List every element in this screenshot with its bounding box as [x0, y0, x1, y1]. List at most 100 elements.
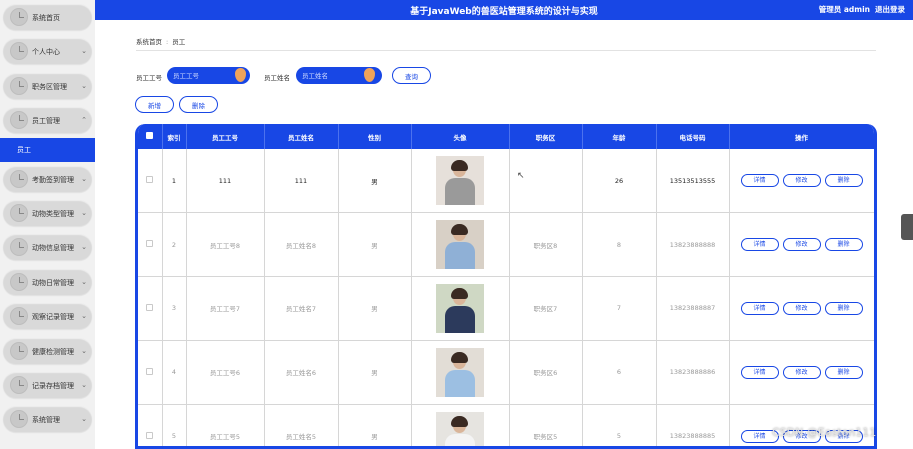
- cell-index: 4: [162, 340, 187, 405]
- row-checkbox-cell: [138, 340, 163, 405]
- cell-phone: 13513513555: [656, 149, 730, 214]
- chevron-down-icon: ⌄: [81, 174, 87, 183]
- sidebar-item-label: 员工管理: [32, 117, 60, 126]
- sidebar-item-label: 系统首页: [32, 14, 60, 22]
- sidebar-item-animal-daily[interactable]: 动物日常管理 ⌄: [0, 265, 95, 299]
- sidebar-item-health[interactable]: 健康检测管理 ⌄: [0, 334, 95, 368]
- column-header: 头像: [411, 124, 510, 149]
- delete-button[interactable]: 删除: [824, 174, 863, 188]
- cell-staff-name: 111: [264, 149, 339, 214]
- cell-avatar: [411, 149, 510, 214]
- cell-actions: 详情 修改 删除: [729, 212, 874, 278]
- sidebar-item-system[interactable]: 系统管理 ⌄: [0, 402, 95, 436]
- avatar-body: [445, 369, 475, 397]
- row-checkbox[interactable]: [146, 431, 154, 439]
- cell-phone: 13823888887: [656, 276, 730, 341]
- delete-button[interactable]: 删除: [824, 301, 863, 315]
- table-row: 3 员工工号7 员工姓名7 男 职务区7 7 13823888887 详情 修改删…: [138, 276, 874, 341]
- chevron-down-icon: ⌄: [81, 47, 87, 56]
- logout-link[interactable]: 退出登录: [875, 4, 905, 15]
- row-checkbox[interactable]: [146, 176, 154, 184]
- cell-avatar: [411, 276, 510, 341]
- avatar-body: [445, 433, 475, 446]
- cell-staff-name: 员工姓名7: [264, 276, 339, 341]
- cell-index: 1: [162, 149, 187, 214]
- app-title: 基于JavaWeb的兽医站管理系统的设计与实现: [410, 7, 598, 17]
- avatar[interactable]: [436, 411, 484, 446]
- detail-button[interactable]: 详情: [740, 365, 779, 379]
- sidebar-item-animal-info[interactable]: 动物信息管理 ⌄: [0, 230, 95, 264]
- table-header-row: 索引 员工工号 员工姓名 性别 头像 职务区 年龄 电话号码 操作: [138, 124, 874, 149]
- cell-gender: 男: [338, 340, 412, 405]
- sidebar-item-label: 观察记录管理: [32, 313, 74, 322]
- sidebar-item-profile[interactable]: 个人中心 ⌄: [0, 34, 95, 68]
- sidebar-item-home[interactable]: 系统首页: [0, 0, 95, 34]
- column-header: 电话号码: [656, 124, 730, 149]
- sidebar-subitem-staff[interactable]: 员工: [0, 137, 95, 162]
- sidebar-item-animal-type[interactable]: 动物类型管理 ⌄: [0, 196, 95, 230]
- sidebar-item-label: 考勤签到管理: [32, 175, 74, 184]
- sidebar-item-area[interactable]: 职务区管理 ⌄: [0, 69, 95, 103]
- row-checkbox-cell: [138, 276, 163, 341]
- edit-button[interactable]: 修改: [782, 365, 821, 379]
- cell-age: 6: [582, 340, 657, 405]
- cell-index: 3: [162, 276, 187, 341]
- sidebar-item-attendance[interactable]: 考勤签到管理 ⌄: [0, 162, 95, 196]
- cell-gender: 男: [338, 276, 412, 341]
- select-all-checkbox[interactable]: [146, 132, 154, 139]
- add-button[interactable]: 新增: [135, 96, 174, 113]
- cell-age: 5: [582, 404, 657, 446]
- edit-button[interactable]: 修改: [782, 174, 821, 188]
- sidebar-item-label: 动物类型管理: [32, 209, 74, 218]
- delete-button[interactable]: 删除: [824, 365, 863, 379]
- cell-area: 职务区6: [509, 340, 583, 405]
- cell-area: 职务区7: [509, 276, 583, 341]
- detail-button[interactable]: 详情: [740, 174, 779, 188]
- user-label: 管理员 admin: [818, 5, 870, 14]
- avatar[interactable]: [436, 156, 484, 206]
- sidebar-item-label: 系统管理: [32, 416, 60, 425]
- breadcrumb-home[interactable]: 系统首页: [136, 38, 162, 46]
- select-all-header[interactable]: [138, 124, 163, 149]
- avatar[interactable]: [436, 283, 484, 333]
- cell-index: 5: [162, 404, 187, 446]
- clock-icon: [10, 76, 28, 95]
- clock-icon: [10, 272, 28, 291]
- cell-staff-id: 员工工号7: [186, 276, 265, 341]
- chevron-down-icon: ⌄: [81, 312, 87, 321]
- side-scroll-handle[interactable]: [901, 214, 913, 240]
- cell-staff-name: 员工姓名8: [264, 212, 339, 278]
- chevron-down-icon: ⌄: [81, 346, 87, 355]
- cell-avatar: [411, 212, 510, 278]
- sidebar: 系统首页 个人中心 ⌄ 职务区管理 ⌄ 员工管理 ⌃ 员工 考勤签到管理 ⌄ 动物类型管…: [0, 0, 95, 449]
- edit-button[interactable]: 修改: [782, 238, 821, 252]
- chevron-down-icon: ⌄: [81, 277, 87, 286]
- edit-button[interactable]: 修改: [782, 301, 821, 315]
- detail-button[interactable]: 详情: [740, 238, 779, 252]
- avatar-body: [445, 242, 475, 270]
- avatar[interactable]: [436, 220, 484, 270]
- delete-button[interactable]: 删除: [824, 238, 863, 252]
- cell-staff-name: 员工姓名5: [264, 404, 339, 446]
- detail-button[interactable]: 详情: [740, 301, 779, 315]
- sidebar-item-archive[interactable]: 记录存档管理 ⌄: [0, 368, 95, 402]
- avatar[interactable]: [436, 347, 484, 397]
- chevron-down-icon: ⌄: [81, 81, 87, 90]
- row-checkbox[interactable]: [146, 240, 154, 248]
- sidebar-item-staff[interactable]: 员工管理 ⌃: [0, 103, 95, 137]
- avatar-hair: [451, 415, 468, 427]
- query-button[interactable]: 查询: [392, 67, 431, 84]
- cell-gender: 男: [338, 149, 412, 214]
- sidebar-item-observation[interactable]: 观察记录管理 ⌄: [0, 299, 95, 333]
- sidebar-item-label: 个人中心: [32, 48, 60, 57]
- chevron-down-icon: ⌄: [81, 380, 87, 389]
- sidebar-item-label: 健康检测管理: [32, 347, 74, 356]
- row-checkbox[interactable]: [146, 303, 154, 311]
- avatar-body: [445, 305, 475, 333]
- batch-delete-button[interactable]: 删除: [179, 96, 218, 113]
- clock-icon: [10, 375, 28, 394]
- breadcrumb-current: 员工: [172, 38, 186, 46]
- cell-age: 8: [582, 212, 657, 278]
- row-checkbox[interactable]: [146, 367, 154, 375]
- staff-id-label: 员工工号: [136, 74, 162, 82]
